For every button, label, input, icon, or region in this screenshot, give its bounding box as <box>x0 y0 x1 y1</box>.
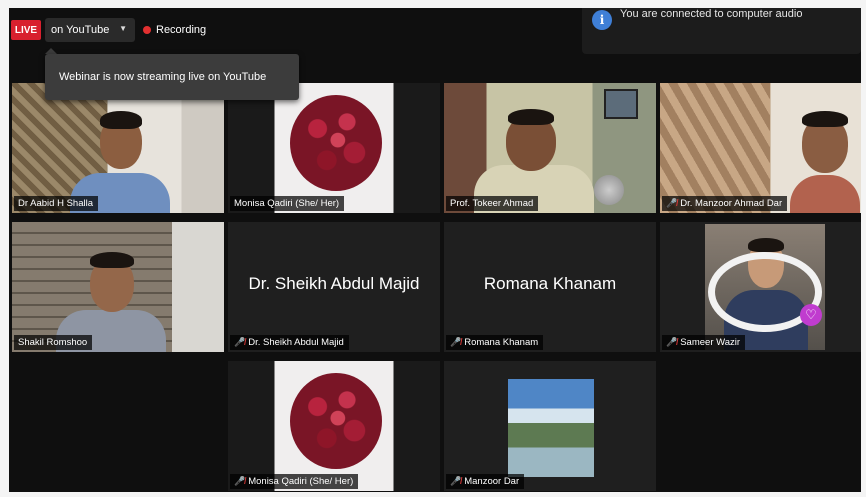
flower-image <box>290 95 382 191</box>
participant-name: Romana Khanam <box>464 337 539 348</box>
participant-name: Dr. Sheikh Abdul Majid <box>248 337 344 348</box>
mic-muted-icon: 🎤̸ <box>234 476 246 486</box>
participant-name-tag: Monisa Qadiri (She/ Her) <box>230 196 345 211</box>
participant-name: Prof. Tokeer Ahmad <box>450 198 534 209</box>
participant-name-tag: 🎤̸ Sameer Wazir <box>662 335 746 350</box>
video-tile-monisa-2[interactable]: 🎤̸ Monisa Qadiri (She/ Her) <box>228 361 440 491</box>
video-tile-aabid[interactable]: Dr Aabid H Shalla <box>12 83 224 213</box>
mic-muted-icon: 🎤̸ <box>666 198 678 208</box>
chevron-down-icon: ▼ <box>119 24 127 33</box>
participant-display-name: Dr. Sheikh Abdul Majid <box>248 274 420 293</box>
audio-notification: i You are connected to computer audio <box>582 8 861 54</box>
recording-label: Recording <box>156 24 207 36</box>
participant-name: Manzoor Dar <box>464 476 520 487</box>
streaming-toast: Webinar is now streaming live on YouTube <box>45 54 299 100</box>
stream-target-dropdown[interactable]: on YouTube ▼ <box>45 18 135 42</box>
participant-name: Shakil Romshoo <box>18 337 88 348</box>
participant-name: Sameer Wazir <box>680 337 741 348</box>
live-badge[interactable]: LIVE <box>11 20 41 40</box>
video-tile-manzoor-ahmad[interactable]: 🎤̸ Dr. Manzoor Ahmad Dar <box>660 83 861 213</box>
participant-name: Monisa Qadiri (She/ Her) <box>234 198 340 209</box>
info-icon: i <box>592 10 612 30</box>
flower-image <box>290 373 382 469</box>
mic-muted-icon: 🎤̸ <box>450 476 462 486</box>
video-tile-sheikh-abdul-majid[interactable]: Dr. Sheikh Abdul Majid 🎤̸ Dr. Sheikh Abd… <box>228 222 440 352</box>
video-tile-sameer-wazir[interactable]: ♡ 🎤̸ Sameer Wazir <box>660 222 861 352</box>
wall-frame <box>604 89 638 119</box>
video-tile-romana-khanam[interactable]: Romana Khanam 🎤̸ Romana Khanam <box>444 222 656 352</box>
participant-name-tag: 🎤̸ Romana Khanam <box>446 335 544 350</box>
mic-muted-icon: 🎤̸ <box>666 337 678 347</box>
video-tile-manzoor-dar[interactable]: 🎤̸ Manzoor Dar <box>444 361 656 491</box>
stream-target-label: on YouTube <box>51 24 110 36</box>
participant-name: Dr. Manzoor Ahmad Dar <box>680 198 783 209</box>
participant-name-tag: 🎤̸ Dr. Manzoor Ahmad Dar <box>662 196 788 211</box>
participant-name-tag: Shakil Romshoo <box>14 335 93 350</box>
recording-dot-icon <box>143 26 151 34</box>
mic-muted-icon: 🎤̸ <box>234 337 246 347</box>
participant-name-tag: 🎤̸ Manzoor Dar <box>446 474 525 489</box>
video-tile-shakil[interactable]: Shakil Romshoo <box>12 222 224 352</box>
participant-name: Dr Aabid H Shalla <box>18 198 93 209</box>
mic-muted-icon: 🎤̸ <box>450 337 462 347</box>
heart-icon: ♡ <box>800 304 822 326</box>
participant-display-name: Romana Khanam <box>483 274 617 293</box>
audio-message: You are connected to computer audio <box>620 8 803 20</box>
recording-indicator[interactable]: Recording <box>143 20 206 40</box>
participant-name-tag: 🎤̸ Dr. Sheikh Abdul Majid <box>230 335 349 350</box>
participant-name: Monisa Qadiri (She/ Her) <box>248 476 354 487</box>
trophy-object <box>594 175 624 205</box>
landscape-image <box>508 379 594 477</box>
participant-name-tag: 🎤̸ Monisa Qadiri (She/ Her) <box>230 474 359 489</box>
zoom-meeting-window: LIVE on YouTube ▼ Recording i You are co… <box>9 8 861 492</box>
curtain-pattern <box>660 83 770 213</box>
video-tile-tokeer-active-speaker[interactable]: Prof. Tokeer Ahmad <box>444 83 656 213</box>
video-tile-monisa[interactable]: Monisa Qadiri (She/ Her) <box>228 83 440 213</box>
participant-name-tag: Prof. Tokeer Ahmad <box>446 196 539 211</box>
participant-name-tag: Dr Aabid H Shalla <box>14 196 98 211</box>
